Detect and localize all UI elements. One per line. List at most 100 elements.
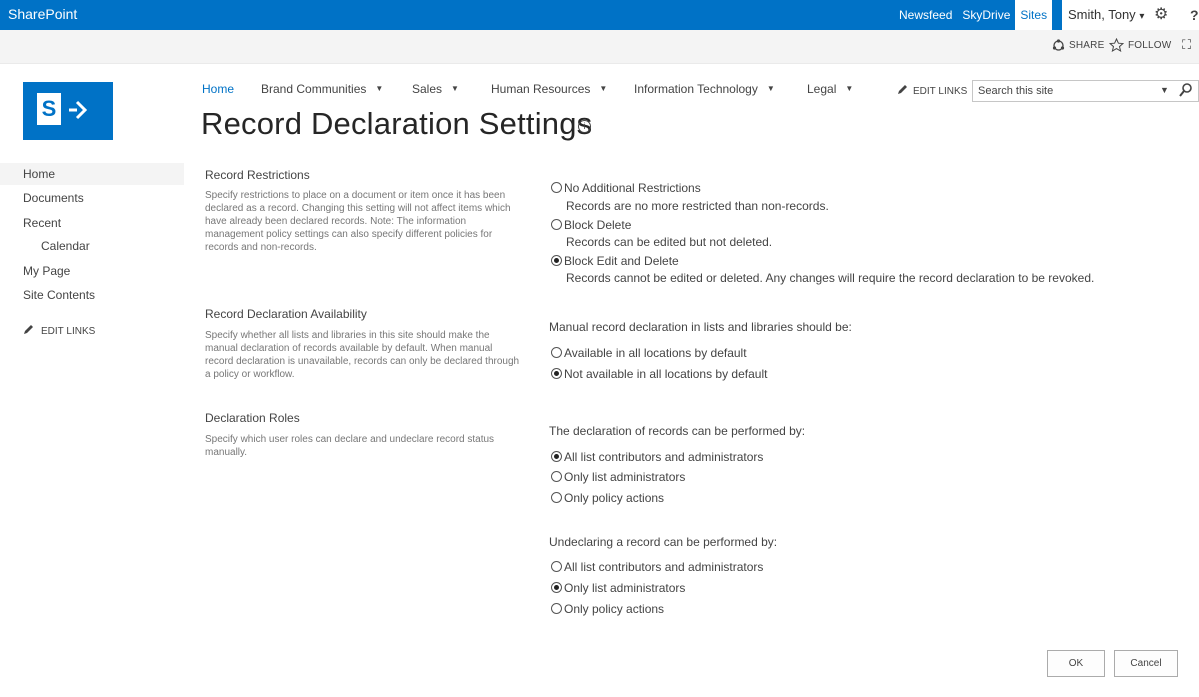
section-heading-roles: Declaration Roles — [205, 411, 300, 425]
section-description-roles: Specify which user roles can declare and… — [205, 434, 495, 458]
option-block-edit-and-delete[interactable]: Block Edit and Delete — [551, 254, 679, 268]
option-label: Only policy actions — [564, 602, 665, 616]
topnav-label: Human Resources — [491, 82, 591, 96]
section-heading-restrictions: Record Restrictions — [205, 168, 310, 182]
suite-bar: SharePoint Newsfeed SkyDrive Sites Smith… — [0, 0, 1199, 30]
section-description-restrictions: Specify restrictions to place on a docum… — [205, 190, 511, 253]
sidebar-edit-links[interactable]: EDIT LINKS — [23, 324, 95, 337]
option-undeclare-all-contributors[interactable]: All list contributors and administrators — [551, 560, 763, 574]
topnav-human-resources[interactable]: Human Resources ▼ — [491, 82, 607, 96]
option-label: Only policy actions — [564, 491, 665, 505]
radio-icon[interactable] — [551, 471, 562, 482]
topnav-home[interactable]: Home — [202, 82, 234, 96]
option-label: Not available in all locations by defaul… — [564, 367, 768, 381]
user-name: Smith, Tony — [1068, 7, 1136, 22]
option-label: Only list administrators — [564, 470, 686, 484]
option-declare-list-admins[interactable]: Only list administrators — [551, 470, 685, 484]
sidebar-item-my-page[interactable]: My Page — [0, 260, 184, 282]
edit-links-label: EDIT LINKS — [41, 326, 96, 337]
search-input[interactable]: Search this site — [978, 85, 1053, 97]
site-logo[interactable]: S — [23, 82, 113, 140]
pencil-icon — [898, 85, 907, 94]
option-label: Block Delete — [564, 218, 632, 232]
chevron-down-icon: ▼ — [845, 84, 854, 93]
option-available-all-locations[interactable]: Available in all locations by default — [551, 346, 747, 360]
topnav-legal[interactable]: Legal ▼ — [807, 82, 853, 96]
share-button[interactable]: SHARE — [1069, 40, 1104, 51]
option-label: Available in all locations by default — [564, 346, 747, 360]
radio-icon[interactable] — [551, 219, 562, 230]
chevron-down-icon: ▼ — [375, 84, 384, 93]
help-icon[interactable]: ? — [1190, 0, 1199, 30]
topnav-label: Information Technology — [634, 82, 758, 96]
question-declare-roles: The declaration of records can be perfor… — [549, 424, 806, 438]
user-caret-icon: ▾ — [1139, 11, 1145, 22]
search-box[interactable]: Search this site ▼ — [972, 80, 1199, 102]
topnav-label: Sales — [412, 82, 443, 96]
search-icon[interactable] — [1179, 82, 1193, 101]
radio-icon[interactable] — [551, 182, 562, 193]
suite-link-newsfeed[interactable]: Newsfeed — [894, 0, 957, 30]
suite-link-sites[interactable]: Sites — [1015, 0, 1053, 30]
option-description: Records can be edited but not deleted. — [566, 235, 773, 249]
logo-arrow-icon — [69, 100, 88, 120]
section-description-availability: Specify whether all lists and libraries … — [205, 330, 520, 380]
option-label: No Additional Restrictions — [564, 181, 701, 195]
radio-selected-icon[interactable] — [551, 368, 562, 379]
radio-selected-icon[interactable] — [551, 582, 562, 593]
question-undeclare-roles: Undeclaring a record can be performed by… — [549, 535, 778, 549]
ribbon-bar: SHARE FOLLOW ⛶ — [0, 30, 1199, 64]
option-no-additional-restrictions[interactable]: No Additional Restrictions — [551, 181, 701, 195]
topnav-information-technology[interactable]: Information Technology ▼ — [634, 82, 775, 96]
option-declare-policy-actions[interactable]: Only policy actions — [551, 491, 664, 505]
chevron-down-icon: ▼ — [451, 84, 459, 93]
follow-button[interactable]: FOLLOW — [1128, 40, 1171, 51]
radio-selected-icon[interactable] — [551, 255, 562, 266]
question-manual-declaration: Manual record declaration in lists and l… — [549, 320, 852, 334]
suite-link-skydrive[interactable]: SkyDrive — [957, 0, 1015, 30]
topnav-label: Legal — [807, 82, 837, 96]
option-declare-all-contributors[interactable]: All list contributors and administrators — [551, 450, 763, 464]
search-scope-dropdown-icon[interactable]: ▼ — [1160, 85, 1169, 95]
radio-icon[interactable] — [551, 347, 562, 358]
radio-icon[interactable] — [551, 492, 562, 503]
sidebar-item-documents[interactable]: Documents — [0, 187, 184, 209]
option-description: Records cannot be edited or deleted. Any… — [566, 271, 1095, 285]
option-label: All list contributors and administrators — [564, 560, 764, 574]
suite-brand[interactable]: SharePoint — [8, 6, 77, 22]
option-undeclare-policy-actions[interactable]: Only policy actions — [551, 602, 664, 616]
top-edit-links[interactable]: EDIT LINKS — [897, 84, 967, 97]
page-title: Record Declaration Settings — [201, 106, 593, 141]
ok-button[interactable]: OK — [1047, 650, 1105, 677]
option-label: Block Edit and Delete — [564, 254, 679, 268]
pencil-icon — [24, 325, 33, 334]
radio-icon[interactable] — [551, 603, 562, 614]
section-heading-availability: Record Declaration Availability — [205, 307, 367, 321]
logo-letter: S — [37, 93, 61, 125]
sidebar-item-recent[interactable]: Recent — [0, 212, 184, 234]
topnav-sales[interactable]: Sales ▼ — [412, 82, 459, 96]
option-undeclare-list-admins[interactable]: Only list administrators — [551, 581, 685, 595]
sidebar-item-site-contents[interactable]: Site Contents — [0, 284, 184, 306]
radio-selected-icon[interactable] — [551, 451, 562, 462]
topnav-brand-communities[interactable]: Brand Communities ▼ — [261, 82, 383, 96]
share-icon — [1052, 39, 1065, 55]
chevron-down-icon: ▼ — [599, 84, 608, 93]
info-icon[interactable]: i — [578, 120, 591, 133]
option-description: Records are no more restricted than non-… — [566, 199, 829, 213]
follow-star-icon — [1108, 37, 1125, 55]
sidebar-item-home[interactable]: Home — [0, 163, 184, 185]
radio-icon[interactable] — [551, 561, 562, 572]
option-label: Only list administrators — [564, 581, 686, 595]
sidebar-item-calendar[interactable]: Calendar — [0, 235, 184, 257]
cancel-button[interactable]: Cancel — [1114, 650, 1178, 677]
suite-links: Newsfeed SkyDrive Sites — [894, 0, 1053, 30]
gear-icon[interactable]: ⚙ — [1154, 0, 1168, 30]
chevron-down-icon: ▼ — [766, 84, 775, 93]
edit-links-label: EDIT LINKS — [913, 86, 968, 97]
user-menu[interactable]: Smith, Tony ▾ ⚙ ? — [1062, 0, 1199, 30]
topnav-label: Brand Communities — [261, 82, 367, 96]
option-not-available-all-locations[interactable]: Not available in all locations by defaul… — [551, 367, 767, 381]
focus-icon[interactable]: ⛶ — [1182, 37, 1191, 53]
option-block-delete[interactable]: Block Delete — [551, 218, 631, 232]
